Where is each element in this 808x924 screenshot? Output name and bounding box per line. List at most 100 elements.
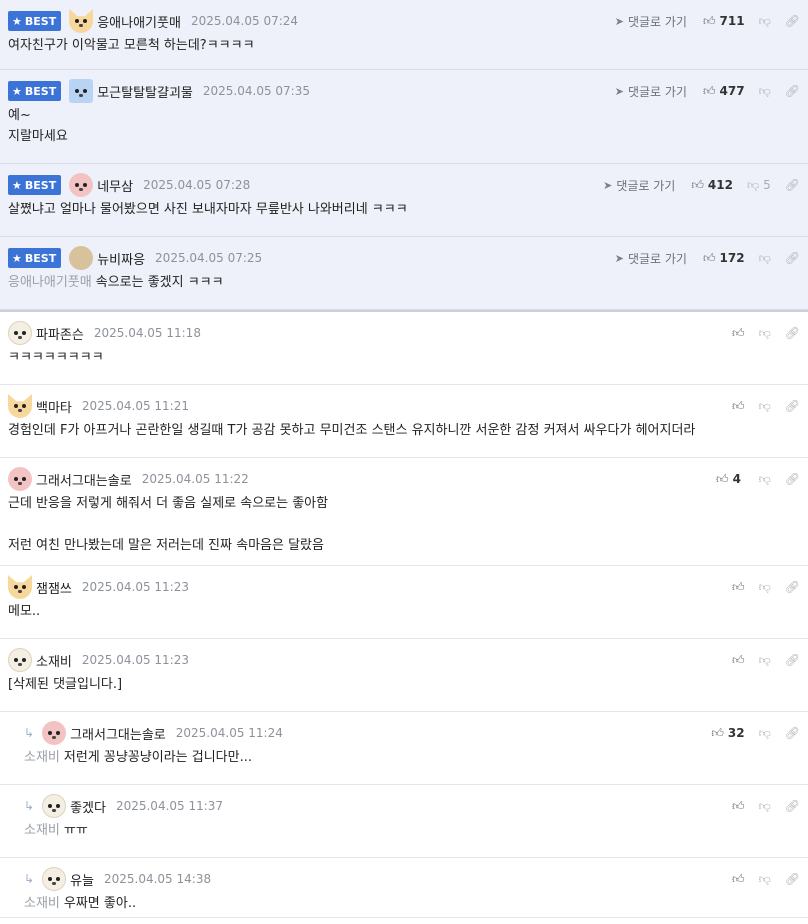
goto-comment-link[interactable]: ➤ 댓글로 가기 (615, 83, 687, 100)
comment-date: 2025.04.05 07:28 (143, 178, 251, 192)
comment-date: 2025.04.05 11:23 (81, 580, 189, 594)
like-button[interactable]: 👍︎ 4 (716, 472, 745, 487)
reply-arrow-icon: ↳ (24, 799, 35, 813)
like-button[interactable]: 👍︎ (732, 872, 745, 887)
dislike-button[interactable]: 👎︎ (759, 399, 771, 414)
link-icon[interactable]: 🔗︎ (785, 399, 800, 413)
author-nickname[interactable]: 파파존슨 (36, 324, 84, 343)
like-count: 4 (732, 472, 741, 486)
like-button[interactable]: 👍︎ 477 (703, 84, 745, 99)
goto-label: 댓글로 가기 (627, 84, 687, 99)
best-badge-label: BEST (24, 84, 57, 98)
dislike-button[interactable]: 👎︎ (759, 872, 771, 887)
link-icon[interactable]: 🔗︎ (785, 178, 800, 192)
dislike-button[interactable]: 👎︎ 5 (747, 178, 771, 193)
author-nickname[interactable]: 응애나애기풋매 (97, 12, 181, 31)
author-nickname[interactable]: 모근탈탈탈걀괴물 (97, 82, 193, 101)
comment-actions: 👍︎ 👎︎ 🔗︎ (732, 796, 800, 816)
like-button[interactable]: 👍︎ 412 (691, 178, 733, 193)
reply-arrow-icon: ↳ (24, 726, 35, 740)
dislike-button[interactable]: 👎︎ (759, 726, 771, 741)
comment-text: 살쪘냐고 얼마나 물어봤으면 사진 보내자마자 무릎반사 나와버리네 ㅋㅋㅋ (8, 202, 408, 217)
goto-comment-link[interactable]: ➤ 댓글로 가기 (615, 13, 687, 30)
comment-text: [삭제된 댓글입니다.] (8, 677, 123, 692)
link-icon[interactable]: 🔗︎ (785, 326, 800, 340)
comment-line: 지랄마세요 (8, 126, 800, 147)
thumbs-down-icon: 👎︎ (758, 725, 771, 740)
like-button[interactable]: 👍︎ 172 (703, 251, 745, 266)
comment-line: 소재비 저런게 꽁냥꽁냥이라는 겁니다만... (24, 747, 800, 768)
dislike-button[interactable]: 👎︎ (759, 14, 771, 29)
link-icon[interactable]: 🔗︎ (785, 472, 800, 486)
comment-header: ★ BEST 뉴비짜응 2025.04.05 07:25 ➤ 댓글로 가기 👍︎ 172 👎︎ 🔗… (0, 246, 808, 270)
link-icon[interactable]: 🔗︎ (785, 251, 800, 265)
best-badge: ★ BEST (8, 11, 62, 31)
comment-date: 2025.04.05 11:37 (115, 799, 224, 813)
like-button[interactable]: 👍︎ 32 (711, 726, 744, 741)
fox-icon (8, 575, 32, 599)
comment-date: 2025.04.05 14:38 (103, 872, 212, 886)
author-nickname[interactable]: 뉴비짜응 (97, 249, 145, 268)
dislike-button[interactable]: 👎︎ (759, 799, 771, 814)
mention-tag[interactable]: 소재비 (24, 823, 60, 838)
thumbs-down-icon: 👎︎ (746, 177, 760, 192)
mention-tag[interactable]: 소재비 (24, 750, 60, 765)
author-nickname[interactable]: 그래서그대는솔로 (36, 470, 132, 489)
fox-icon (8, 394, 32, 418)
thumbs-up-icon: 👍︎ (702, 83, 716, 98)
thumbs-up-icon: 👍︎ (732, 579, 745, 594)
dislike-button[interactable]: 👎︎ (759, 580, 771, 595)
thumbs-up-icon: 👍︎ (691, 177, 704, 192)
thumbs-down-icon: 👎︎ (758, 871, 771, 886)
thumbs-down-icon: 👎︎ (758, 579, 771, 594)
thumbs-down-icon: 👎︎ (758, 13, 771, 28)
link-icon[interactable]: 🔗︎ (785, 653, 800, 667)
dislike-button[interactable]: 👎︎ (759, 326, 771, 341)
link-icon[interactable]: 🔗︎ (785, 872, 800, 886)
comment-text: ㅋㅋㅋㅋㅋㅋㅋㅋ (8, 350, 104, 365)
comment-actions: 👍︎ 👎︎ 🔗︎ (732, 396, 800, 416)
author-nickname[interactable]: 유늘 (70, 870, 94, 889)
author-nickname[interactable]: 잼잼쓰 (36, 578, 72, 597)
author-nickname[interactable]: 좋겠다 (70, 797, 106, 816)
author-nickname[interactable]: 네무삼 (97, 176, 133, 195)
dislike-button[interactable]: 👎︎ (759, 84, 771, 99)
author-nickname[interactable]: 소재비 (36, 651, 72, 670)
author-nickname[interactable]: 백마타 (36, 397, 72, 416)
like-button[interactable]: 👍︎ (732, 653, 745, 668)
like-button[interactable]: 👍︎ (732, 580, 745, 595)
like-button[interactable]: 👍︎ (732, 399, 745, 414)
thumbs-up-icon: 👍︎ (716, 471, 729, 486)
link-icon[interactable]: 🔗︎ (785, 726, 800, 740)
link-icon[interactable]: 🔗︎ (785, 14, 800, 28)
dislike-button[interactable]: 👎︎ (759, 251, 771, 266)
comment-date: 2025.04.05 07:25 (155, 251, 263, 265)
author-nickname[interactable]: 그래서그대는솔로 (70, 724, 166, 743)
mention-tag[interactable]: 응애나애기풋매 (8, 275, 92, 290)
dog-icon (42, 867, 67, 891)
comment-actions: 👍︎ 👎︎ 🔗︎ (732, 650, 800, 670)
dislike-button[interactable]: 👎︎ (759, 472, 771, 487)
like-button[interactable]: 👍︎ (732, 326, 745, 341)
thumbs-up-icon: 👍︎ (732, 871, 745, 886)
like-count: 412 (707, 178, 733, 192)
link-icon[interactable]: 🔗︎ (785, 799, 800, 813)
dog-icon (42, 794, 67, 818)
like-button[interactable]: 👍︎ (732, 799, 745, 814)
comment-text: 우짜면 좋아.. (63, 896, 137, 911)
comment-line: 살쪘냐고 얼마나 물어봤으면 사진 보내자마자 무릎반사 나와버리네 ㅋㅋㅋ (8, 199, 800, 220)
pink-dog-icon (8, 467, 32, 491)
mention-tag[interactable]: 소재비 (24, 896, 60, 911)
link-icon[interactable]: 🔗︎ (785, 84, 800, 98)
comment-item: 그래서그대는솔로 2025.04.05 11:22 👍︎ 4 👎︎ 🔗︎ 근데 반응을 저렇… (0, 458, 808, 566)
comment-body: 여자친구가 이악물고 모른척 하는데?ㅋㅋㅋㅋ (8, 35, 800, 56)
link-icon[interactable]: 🔗︎ (785, 580, 800, 594)
comment-date: 2025.04.05 07:35 (202, 84, 310, 98)
star-icon: ★ (12, 178, 22, 192)
like-button[interactable]: 👍︎ 711 (703, 14, 745, 29)
dislike-button[interactable]: 👎︎ (759, 653, 771, 668)
comment-item: 소재비 2025.04.05 11:23 👍︎ 👎︎ 🔗︎ [삭제된 댓글입니다.] (0, 639, 808, 712)
goto-comment-link[interactable]: ➤ 댓글로 가기 (603, 177, 675, 194)
goto-comment-link[interactable]: ➤ 댓글로 가기 (615, 250, 687, 267)
comment-item: 잼잼쓰 2025.04.05 11:23 👍︎ 👎︎ 🔗︎ 메모.. (0, 566, 808, 639)
